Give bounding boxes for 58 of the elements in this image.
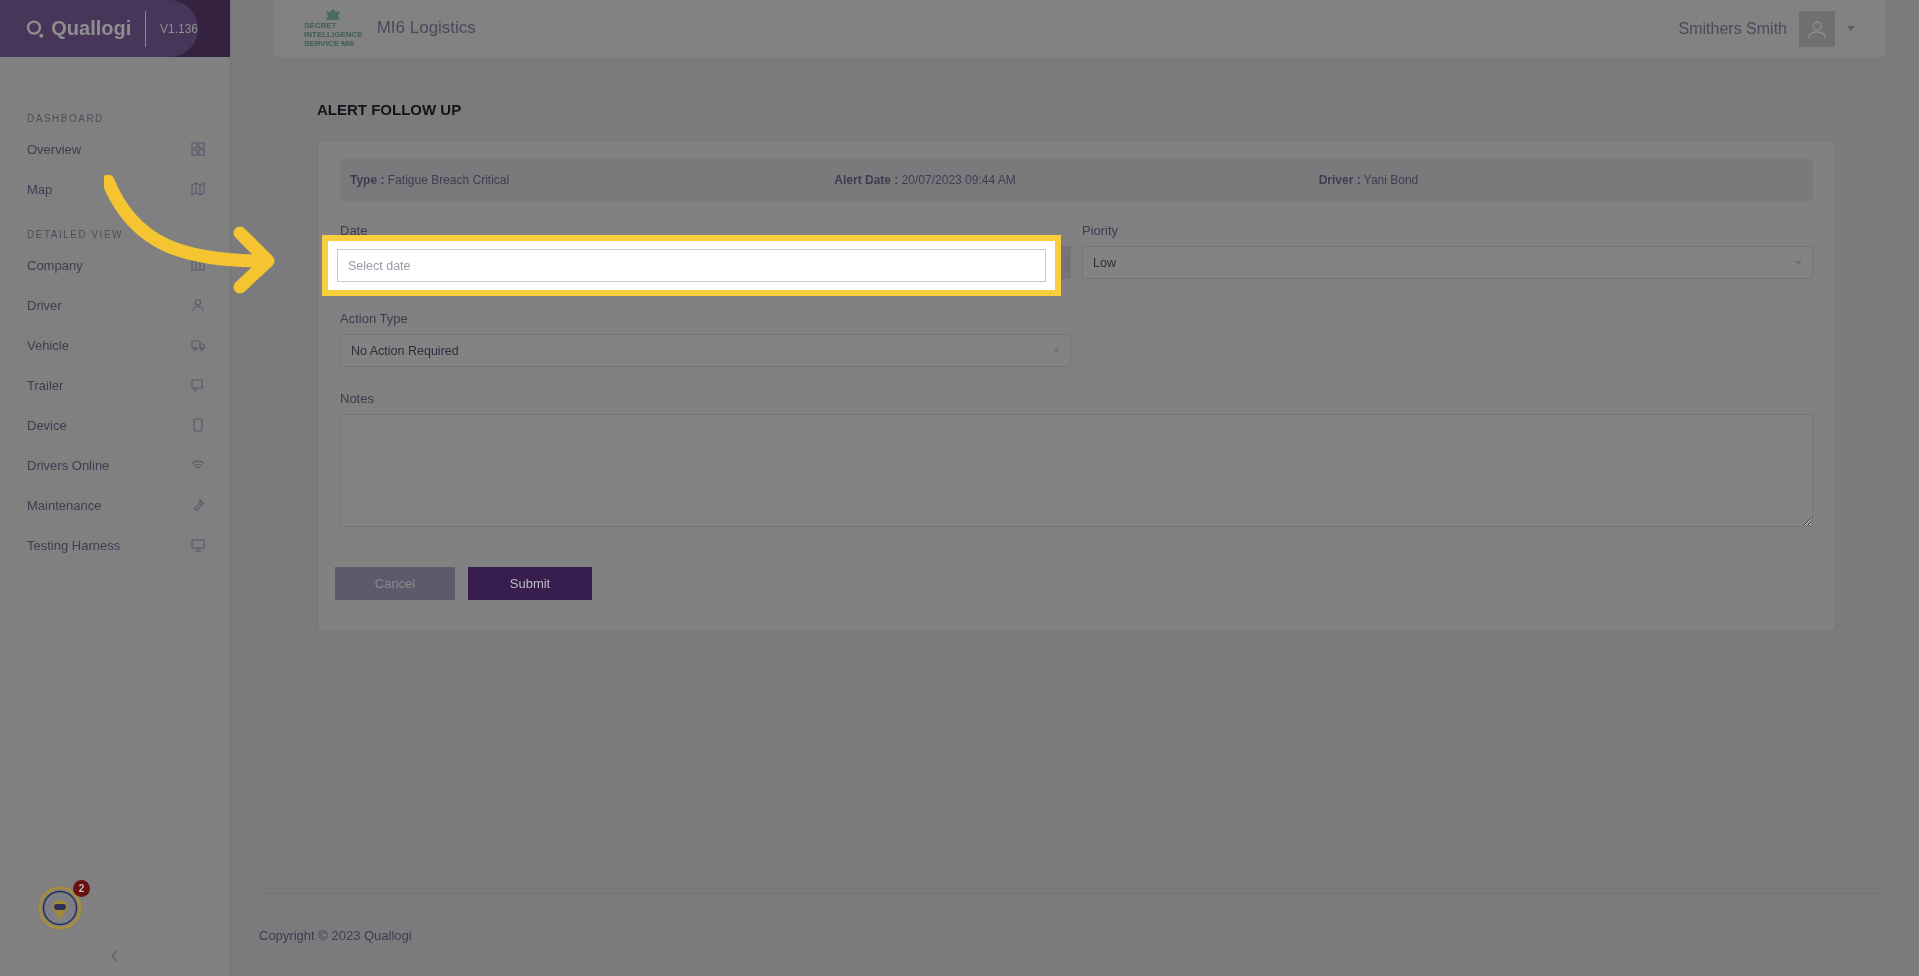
logo-text: SERVICE MI6 — [304, 39, 356, 49]
sidebar-item-label: Device — [27, 417, 67, 433]
info-text: Alert Date : 20/07/2023 09:44 AM — [834, 173, 1017, 187]
wrench-icon — [191, 498, 205, 512]
logo-text: SECRET — [304, 22, 338, 32]
notes-field[interactable] — [340, 414, 1813, 527]
version-label: V1.136 — [159, 21, 198, 36]
sidebar-item-label: Map — [27, 181, 53, 197]
sidebar-item[interactable]: Map — [27, 179, 205, 199]
map-icon — [191, 182, 205, 196]
field-label: Date — [340, 223, 369, 238]
sidebar-item[interactable]: Drivers Online — [27, 455, 205, 475]
sidebar-item[interactable]: Company — [27, 255, 205, 275]
info-text: Driver : Yani Bond — [1318, 173, 1420, 187]
user-name: Smithers Smith — [1678, 19, 1787, 38]
logo-text: INTELLIGENCE — [304, 31, 363, 40]
page-title: ALERT FOLLOW UP — [317, 101, 463, 118]
sidebar-item[interactable]: Driver — [27, 295, 205, 315]
truck-icon — [191, 338, 205, 352]
field-label: Action Type — [340, 311, 409, 326]
monitor-icon — [191, 538, 205, 552]
field-label: Piority — [1082, 223, 1120, 238]
building-icon — [191, 258, 205, 272]
calendar-button[interactable] — [1061, 246, 1071, 279]
sidebar-item[interactable]: Overview — [27, 139, 205, 159]
grid-icon — [191, 142, 205, 156]
sidebar-item-label: Vehicle — [27, 337, 69, 353]
sidebar-item[interactable]: Maintenance — [27, 495, 205, 515]
sidebar-item-label: Trailer — [27, 377, 64, 393]
assistant-avatar[interactable] — [38, 886, 82, 930]
caret-icon[interactable] — [1847, 26, 1855, 31]
brand-logo[interactable]: Quallogi V1.136 — [0, 0, 198, 57]
sidebar-item[interactable]: Device — [27, 415, 205, 435]
brand-name: Quallogi — [51, 17, 132, 40]
submit-button[interactable]: Submit — [468, 567, 592, 600]
company-name: MI6 Logistics — [376, 18, 476, 39]
sidebar-item-label: Company — [27, 257, 83, 273]
collapse-chevron-icon[interactable] — [111, 950, 119, 962]
user-avatar[interactable] — [1799, 10, 1835, 47]
sidebar-item-label: Testing Harness — [27, 537, 121, 553]
sidebar-item[interactable]: Trailer — [27, 375, 205, 395]
action-type-select[interactable]: No Action Required — [340, 334, 1071, 367]
info-text: Type : Fatigue Breach Critical — [350, 173, 511, 187]
priority-select[interactable]: Low — [1082, 246, 1813, 279]
sidebar-item-label: Maintenance — [27, 497, 102, 513]
phone-icon — [191, 418, 205, 432]
copyright-text: Copyright © 2023 Quallogi — [259, 927, 412, 943]
date-field[interactable]: Select date — [337, 249, 1046, 282]
person-icon — [191, 298, 205, 312]
sidebar-item-label: Drivers Online — [27, 457, 110, 473]
trailer-icon — [191, 378, 205, 392]
crest-icon — [324, 8, 343, 23]
sidebar-item[interactable]: Testing Harness — [27, 535, 205, 555]
sidebar-item[interactable]: Vehicle — [27, 335, 205, 355]
field-label: Notes — [340, 391, 375, 406]
notification-badge: 2 — [73, 880, 90, 897]
sidebar-item-label: Driver — [27, 297, 62, 313]
sidebar-item-label: Overview — [27, 141, 82, 157]
